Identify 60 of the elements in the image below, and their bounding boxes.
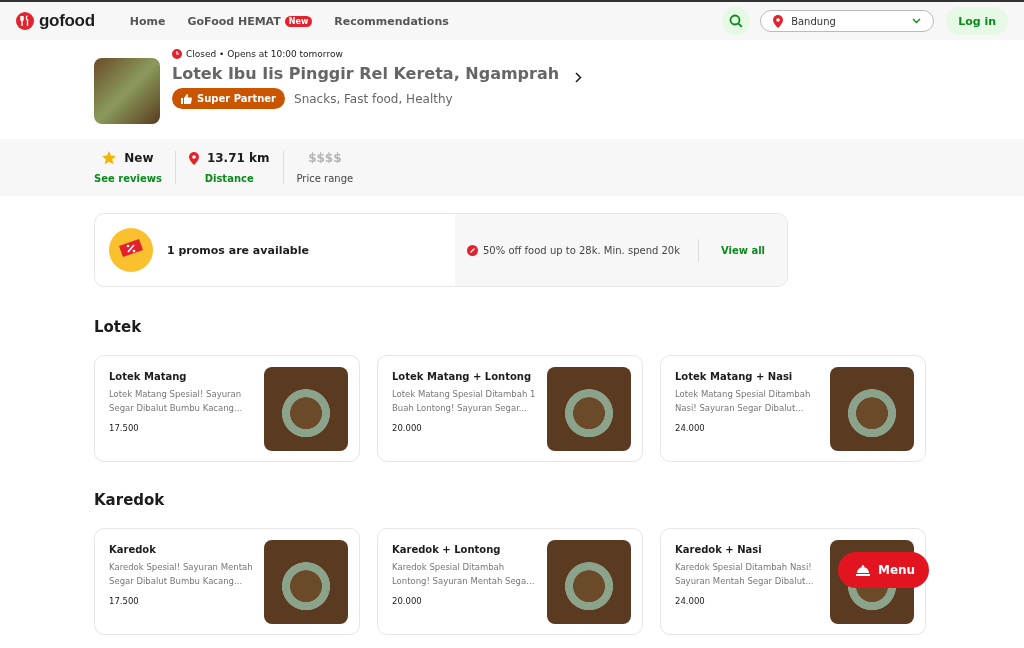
discount-icon bbox=[467, 244, 478, 256]
item-name: Lotek Matang + Nasi bbox=[675, 371, 794, 382]
promo-offer: 50% off food up to 28k. Min. spend 20k bbox=[483, 244, 682, 256]
nav-link[interactable]: GoFood HEMAT New bbox=[187, 14, 313, 28]
menu-item-card[interactable]: Karedok Karedok Spesial! Sayuran Mentah Segar Dibalut Bumbu Kacang... 17.500 bbox=[94, 528, 360, 635]
clock-icon bbox=[172, 49, 182, 59]
food-cover-icon bbox=[856, 564, 870, 576]
photo-placeholder bbox=[94, 58, 160, 124]
chevron-down-icon bbox=[912, 18, 922, 24]
menu-item-card[interactable]: Lotek Matang Lotek Matang Spesial! Sayuran Segar Dibalut Bumbu Kacang... 17.500 bbox=[94, 355, 360, 462]
location-pin-icon bbox=[188, 151, 199, 165]
item-name: Lotek Matang + Lontong bbox=[392, 371, 533, 382]
item-price: 20.000 bbox=[392, 596, 423, 606]
stat-value: $$$$ bbox=[308, 151, 342, 165]
item-price: 17.500 bbox=[109, 596, 140, 606]
nav-link[interactable]: Recommendations bbox=[334, 14, 449, 28]
login-button[interactable]: Log in bbox=[946, 7, 1008, 35]
chevron-right-icon[interactable] bbox=[575, 72, 583, 83]
logo-icon bbox=[16, 12, 34, 30]
stat-link[interactable]: Distance bbox=[204, 173, 254, 184]
voucher-icon bbox=[109, 228, 153, 272]
stat-value: New bbox=[124, 151, 154, 165]
section-title: Lotek bbox=[94, 318, 143, 336]
nav-link[interactable]: Home bbox=[129, 14, 166, 28]
item-name: Karedok + Lontong bbox=[392, 544, 502, 555]
promo-title: 1 promos are available bbox=[167, 243, 309, 257]
thumbs-up-icon bbox=[181, 93, 192, 104]
view-all-link[interactable]: View all bbox=[697, 238, 787, 262]
item-name: Lotek Matang bbox=[109, 371, 188, 382]
location-pin-icon bbox=[773, 14, 784, 28]
logo-text[interactable]: gofood bbox=[39, 11, 95, 31]
item-name: Karedok + Nasi bbox=[675, 544, 763, 555]
search-button[interactable] bbox=[722, 7, 751, 35]
restaurant-name: Lotek Ibu Iis Pinggir Rel Kereta, Ngamprah bbox=[172, 64, 560, 83]
item-description: Karedok Spesial Ditambah Lontong! Sayuran Mentah Sega... bbox=[392, 561, 536, 588]
item-description: Lotek Matang Spesial Ditambah 1 Buah Lontong! Sayuran Segar... bbox=[392, 388, 537, 415]
super-partner-badge: Super Partner bbox=[172, 88, 286, 109]
stat-link[interactable]: See reviews bbox=[94, 173, 162, 184]
menu-item-card[interactable]: Lotek Matang + Nasi Lotek Matang Spesial Ditambah Nasi! Sayuran Segar Dibalut... 24.000 bbox=[660, 355, 926, 462]
stat-label: Price range bbox=[296, 173, 354, 184]
star-icon bbox=[102, 151, 117, 165]
item-price: 24.000 bbox=[675, 423, 706, 433]
open-status: Closed • Opens at 10:00 tomorrow bbox=[186, 49, 343, 59]
menu-item-card[interactable]: Lotek Matang + Lontong Lotek Matang Spesial Ditambah 1 Buah Lontong! Sayuran Segar... 20.000 bbox=[377, 355, 643, 462]
stat-value: 13.71 km bbox=[206, 151, 270, 165]
new-badge: New bbox=[284, 15, 313, 27]
item-price: 24.000 bbox=[675, 596, 706, 606]
item-description: Lotek Matang Spesial Ditambah Nasi! Sayuran Segar Dibalut... bbox=[675, 388, 812, 415]
section-title: Karedok bbox=[94, 491, 166, 509]
item-price: 17.500 bbox=[109, 423, 140, 433]
search-icon bbox=[729, 14, 744, 28]
location-dropdown[interactable]: Bandung bbox=[760, 10, 935, 32]
item-price: 20.000 bbox=[392, 423, 423, 433]
item-name: Karedok bbox=[109, 544, 157, 555]
cuisine-list: Snacks, Fast food, Healthy bbox=[294, 91, 453, 106]
menu-button[interactable]: Menu bbox=[838, 552, 930, 588]
item-description: Karedok Spesial! Sayuran Mentah Segar Dibalut Bumbu Kacang... bbox=[109, 561, 254, 588]
item-description: Karedok Spesial Ditambah Nasi! Sayuran Mentah Segar Dibalut... bbox=[675, 561, 815, 588]
menu-item-card[interactable]: Karedok + Lontong Karedok Spesial Ditambah Lontong! Sayuran Mentah Sega... 20.000 bbox=[377, 528, 643, 635]
item-description: Lotek Matang Spesial! Sayuran Segar Dibalut Bumbu Kacang... bbox=[109, 388, 244, 415]
